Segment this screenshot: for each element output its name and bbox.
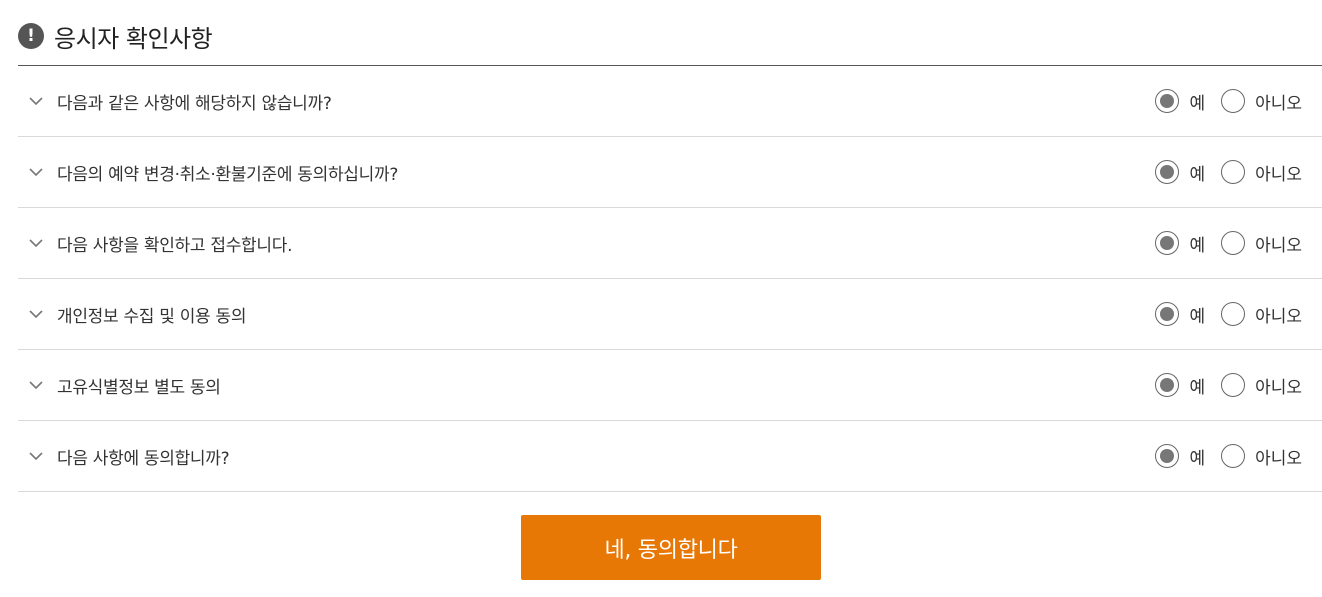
no-radio[interactable] [1221, 160, 1246, 184]
no-label: 아니오 [1255, 93, 1302, 114]
yes-label: 예 [1189, 306, 1206, 327]
chevron-down-icon[interactable] [28, 448, 44, 464]
no-label: 아니오 [1255, 377, 1302, 398]
confirmation-row[interactable]: 다음 사항을 확인하고 접수합니다. 예 아니오 [18, 208, 1322, 279]
no-option[interactable]: 아니오 [1221, 231, 1302, 256]
confirmation-row[interactable]: 다음과 같은 사항에 해당하지 않습니까? 예 아니오 [18, 66, 1322, 137]
yes-radio[interactable] [1155, 231, 1180, 255]
section-header: ! 응시자 확인사항 [18, 18, 213, 54]
confirmation-list: 다음과 같은 사항에 해당하지 않습니까? 예 아니오 다음의 예약 변경·취소… [18, 65, 1322, 492]
no-label: 아니오 [1255, 164, 1302, 185]
yes-radio[interactable] [1155, 160, 1180, 184]
chevron-down-icon[interactable] [28, 164, 44, 180]
no-radio[interactable] [1221, 444, 1246, 468]
yes-option[interactable]: 예 [1155, 302, 1221, 327]
confirmation-label: 다음의 예약 변경·취소·환불기준에 동의하십니까? [57, 164, 399, 185]
yes-radio[interactable] [1155, 302, 1180, 326]
no-label: 아니오 [1255, 448, 1302, 469]
yes-radio[interactable] [1155, 444, 1180, 468]
yes-no-options: 예 아니오 [1155, 373, 1302, 398]
no-label: 아니오 [1255, 306, 1302, 327]
radio-selected-dot [1160, 165, 1175, 179]
no-option[interactable]: 아니오 [1221, 160, 1302, 185]
no-radio[interactable] [1221, 89, 1246, 113]
no-option[interactable]: 아니오 [1221, 89, 1302, 114]
page-title: 응시자 확인사항 [54, 24, 213, 53]
yes-option[interactable]: 예 [1155, 444, 1221, 469]
yes-label: 예 [1189, 235, 1206, 256]
yes-label: 예 [1189, 448, 1206, 469]
radio-selected-dot [1160, 449, 1175, 463]
confirmation-label: 다음 사항을 확인하고 접수합니다. [57, 235, 293, 256]
confirmation-row[interactable]: 개인정보 수집 및 이용 동의 예 아니오 [18, 279, 1322, 350]
chevron-down-icon[interactable] [28, 377, 44, 393]
confirmation-label: 개인정보 수집 및 이용 동의 [57, 306, 247, 327]
no-option[interactable]: 아니오 [1221, 373, 1302, 398]
exclamation-icon: ! [18, 23, 44, 49]
yes-no-options: 예 아니오 [1155, 302, 1302, 327]
radio-selected-dot [1160, 378, 1175, 392]
yes-radio[interactable] [1155, 89, 1180, 113]
no-radio[interactable] [1221, 302, 1246, 326]
radio-selected-dot [1160, 236, 1175, 250]
confirmation-row[interactable]: 다음의 예약 변경·취소·환불기준에 동의하십니까? 예 아니오 [18, 137, 1322, 208]
no-option[interactable]: 아니오 [1221, 444, 1302, 469]
yes-no-options: 예 아니오 [1155, 160, 1302, 185]
confirmation-row[interactable]: 고유식별정보 별도 동의 예 아니오 [18, 350, 1322, 421]
no-option[interactable]: 아니오 [1221, 302, 1302, 327]
confirmation-label: 다음 사항에 동의합니까? [57, 448, 230, 469]
yes-no-options: 예 아니오 [1155, 444, 1302, 469]
no-label: 아니오 [1255, 235, 1302, 256]
agree-submit-button[interactable]: 네, 동의합니다 [521, 515, 821, 580]
yes-radio[interactable] [1155, 373, 1180, 397]
yes-option[interactable]: 예 [1155, 160, 1221, 185]
yes-option[interactable]: 예 [1155, 231, 1221, 256]
confirmation-label: 고유식별정보 별도 동의 [57, 377, 221, 398]
confirmation-row[interactable]: 다음 사항에 동의합니까? 예 아니오 [18, 421, 1322, 492]
radio-selected-dot [1160, 307, 1175, 321]
yes-option[interactable]: 예 [1155, 373, 1221, 398]
chevron-down-icon[interactable] [28, 93, 44, 109]
yes-no-options: 예 아니오 [1155, 89, 1302, 114]
no-radio[interactable] [1221, 231, 1246, 255]
radio-selected-dot [1160, 94, 1175, 108]
chevron-down-icon[interactable] [28, 306, 44, 322]
yes-option[interactable]: 예 [1155, 89, 1221, 114]
yes-label: 예 [1189, 377, 1206, 398]
yes-label: 예 [1189, 164, 1206, 185]
yes-label: 예 [1189, 93, 1206, 114]
confirmation-label: 다음과 같은 사항에 해당하지 않습니까? [57, 93, 332, 114]
chevron-down-icon[interactable] [28, 235, 44, 251]
no-radio[interactable] [1221, 373, 1246, 397]
yes-no-options: 예 아니오 [1155, 231, 1302, 256]
